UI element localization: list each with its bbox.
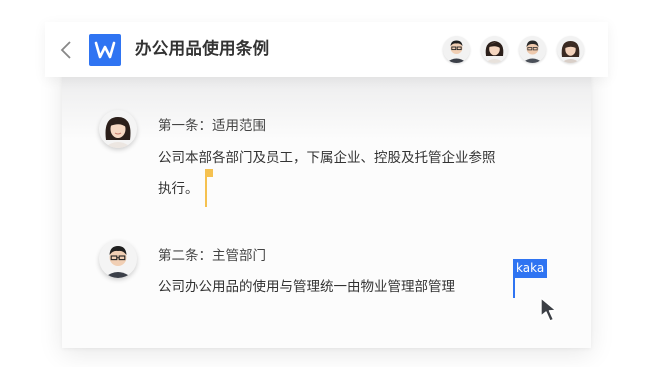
collaborator-avatar-woman-2[interactable] xyxy=(557,36,584,63)
remote-text-cursor xyxy=(513,278,515,298)
document-header: 办公用品使用条例 xyxy=(45,22,608,77)
collaborator-avatar-man-glasses[interactable] xyxy=(443,36,470,63)
section-1-body-line-2[interactable]: 执行。 xyxy=(158,174,199,204)
document-title: 办公用品使用条例 xyxy=(135,39,270,58)
collaborator-avatars xyxy=(443,36,584,63)
back-arrow-icon[interactable] xyxy=(60,41,72,59)
remote-cursor-user-label: kaka xyxy=(513,259,548,278)
collaborator-avatar-woman[interactable] xyxy=(481,36,508,63)
section-2-heading: 第二条：主管部门 xyxy=(158,248,266,264)
document-editor-card xyxy=(62,60,591,348)
collaborator-cursor-flag xyxy=(206,169,213,177)
author-avatar-man[interactable] xyxy=(99,240,137,278)
author-avatar-woman[interactable] xyxy=(99,110,137,148)
mouse-pointer-icon xyxy=(540,297,557,322)
section-2-body-line-1[interactable]: 公司办公用品的使用与管理统一由物业管理部管理 xyxy=(158,272,455,302)
section-1-heading: 第一条：适用范围 xyxy=(158,118,266,134)
wps-writer-logo-icon xyxy=(89,34,121,66)
collaborator-avatar-man-short-hair[interactable] xyxy=(519,36,546,63)
